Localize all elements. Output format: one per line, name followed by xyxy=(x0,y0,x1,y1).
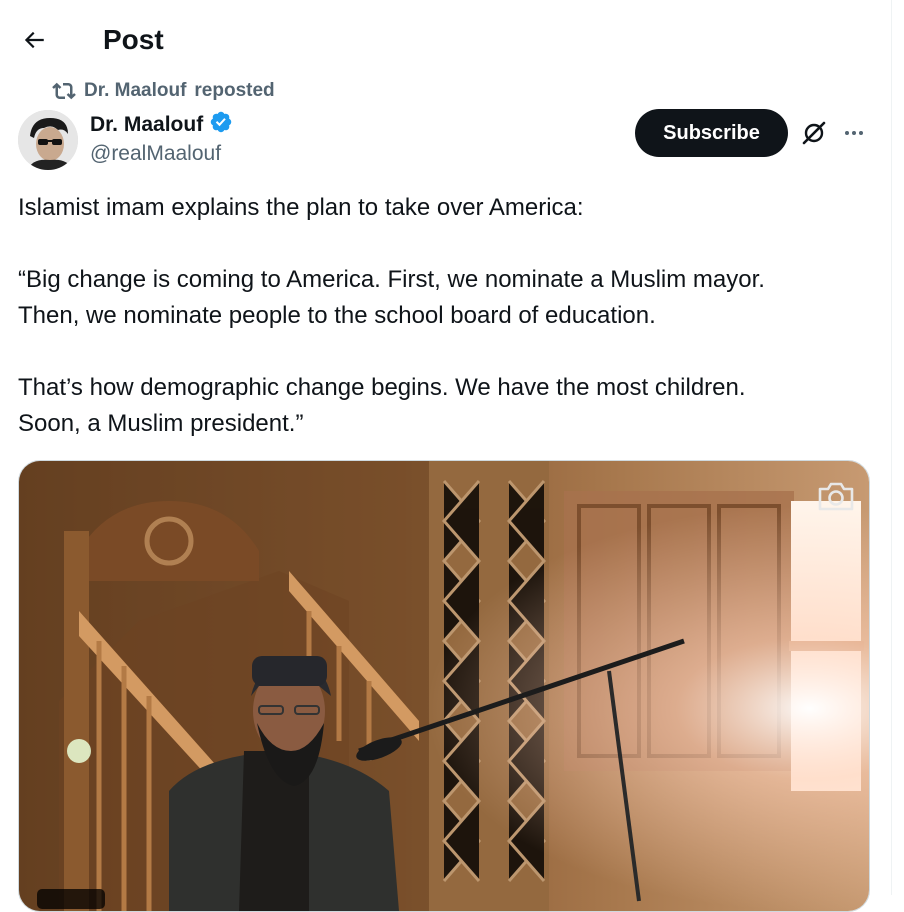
tweet-paragraph: “Big change is coming to America. First,… xyxy=(18,266,765,329)
repost-label: reposted xyxy=(194,80,275,101)
avatar[interactable] xyxy=(18,110,78,170)
more-options-button[interactable] xyxy=(838,117,870,149)
repost-user-link[interactable]: Dr. Maalouf xyxy=(84,80,186,102)
video-frame xyxy=(19,461,869,911)
subscribe-button[interactable]: Subscribe xyxy=(635,109,788,157)
arrow-left-icon xyxy=(24,31,44,49)
more-icon xyxy=(845,131,863,135)
grok-button[interactable] xyxy=(798,117,830,149)
camera-icon xyxy=(818,482,854,511)
verified-badge-icon[interactable] xyxy=(209,110,233,139)
author-name-row: Dr. Maalouf xyxy=(90,110,233,139)
author-display-name[interactable]: Dr. Maalouf xyxy=(90,111,203,139)
post-header: Post xyxy=(0,0,891,80)
page-title: Post xyxy=(103,24,164,55)
author-handle[interactable]: @realMaalouf xyxy=(90,140,221,168)
tweet-paragraph: That’s how demographic change begins. We… xyxy=(18,374,746,437)
repost-icon xyxy=(52,79,76,103)
tweet-paragraph: Islamist imam explains the plan to take … xyxy=(18,194,584,221)
tweet-text: Islamist imam explains the plan to take … xyxy=(18,190,873,442)
camera-button[interactable] xyxy=(814,477,858,515)
grok-icon xyxy=(802,121,826,145)
back-button[interactable] xyxy=(14,20,54,60)
timeline-border xyxy=(891,0,892,895)
repost-context: Dr. Maalouf reposted xyxy=(52,78,275,104)
video-overlay-badge xyxy=(37,889,105,909)
video-player[interactable] xyxy=(18,460,870,912)
